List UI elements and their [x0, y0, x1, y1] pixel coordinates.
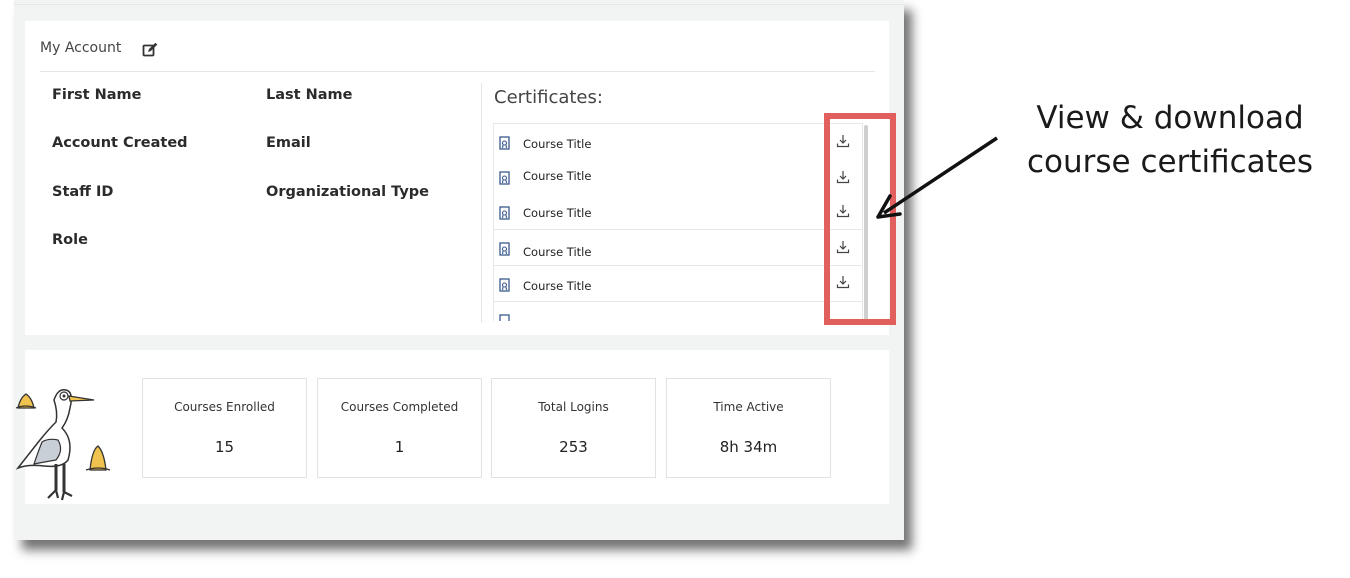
certificate-icon	[499, 242, 510, 256]
certificate-row[interactable]	[493, 302, 863, 321]
certificate-icon	[499, 206, 510, 220]
certificates-title: Certificates:	[494, 87, 603, 108]
stat-label: Courses Enrolled	[174, 400, 275, 414]
stat-label: Total Logins	[538, 400, 609, 414]
account-header: My Account	[40, 40, 122, 56]
annotation-line-1: View & download	[1036, 100, 1304, 136]
certificates-list[interactable]: Course Title Course Title Course Title C…	[493, 123, 863, 321]
certificate-title: Course Title	[523, 137, 592, 151]
app-window: My Account First Name Last Name Account …	[14, 0, 904, 540]
callout-arrow-icon	[876, 136, 998, 219]
stat-courses-completed: Courses Completed 1	[317, 378, 482, 478]
stat-label: Time Active	[713, 400, 784, 414]
stat-value: 8h 34m	[719, 438, 778, 456]
column-divider	[481, 83, 482, 323]
certificate-icon	[499, 314, 510, 321]
stats-card: Courses Enrolled 15 Courses Completed 1 …	[25, 350, 889, 504]
certificate-row[interactable]: Course Title	[493, 159, 863, 195]
email-label: Email	[266, 135, 311, 151]
role-label: Role	[52, 232, 88, 248]
certificate-title: Course Title	[523, 206, 592, 220]
annotation-callout: View & download course certificates	[1022, 96, 1318, 184]
stat-value: 15	[214, 438, 235, 456]
account-created-label: Account Created	[52, 135, 188, 151]
top-divider	[14, 4, 904, 5]
stat-value: 253	[559, 438, 588, 456]
staff-id-label: Staff ID	[52, 184, 114, 200]
stat-total-logins: Total Logins 253	[491, 378, 656, 478]
header-divider	[40, 71, 875, 72]
stat-label: Courses Completed	[340, 400, 459, 414]
certificate-icon	[499, 171, 510, 185]
certificate-row[interactable]: Course Title	[493, 230, 863, 266]
certificate-icon	[499, 136, 510, 150]
first-name-label: First Name	[52, 87, 142, 103]
certificate-row[interactable]: Course Title	[493, 124, 863, 160]
certificate-title: Course Title	[523, 245, 592, 259]
certificate-icon	[499, 278, 510, 292]
heron-mascot-icon	[15, 388, 111, 501]
edit-icon[interactable]	[142, 42, 158, 58]
certificate-title: Course Title	[523, 279, 592, 293]
stat-value: 1	[394, 438, 405, 456]
stat-courses-enrolled: Courses Enrolled 15	[142, 378, 307, 478]
certificate-title: Course Title	[523, 169, 592, 183]
stat-time-active: Time Active 8h 34m	[666, 378, 831, 478]
account-card: My Account First Name Last Name Account …	[25, 21, 896, 335]
organizational-type-label: Organizational Type	[266, 184, 429, 200]
certificate-row[interactable]: Course Title	[493, 194, 863, 230]
last-name-label: Last Name	[266, 87, 353, 103]
annotation-line-2: course certificates	[1026, 144, 1314, 180]
certificate-row[interactable]: Course Title	[493, 266, 863, 302]
